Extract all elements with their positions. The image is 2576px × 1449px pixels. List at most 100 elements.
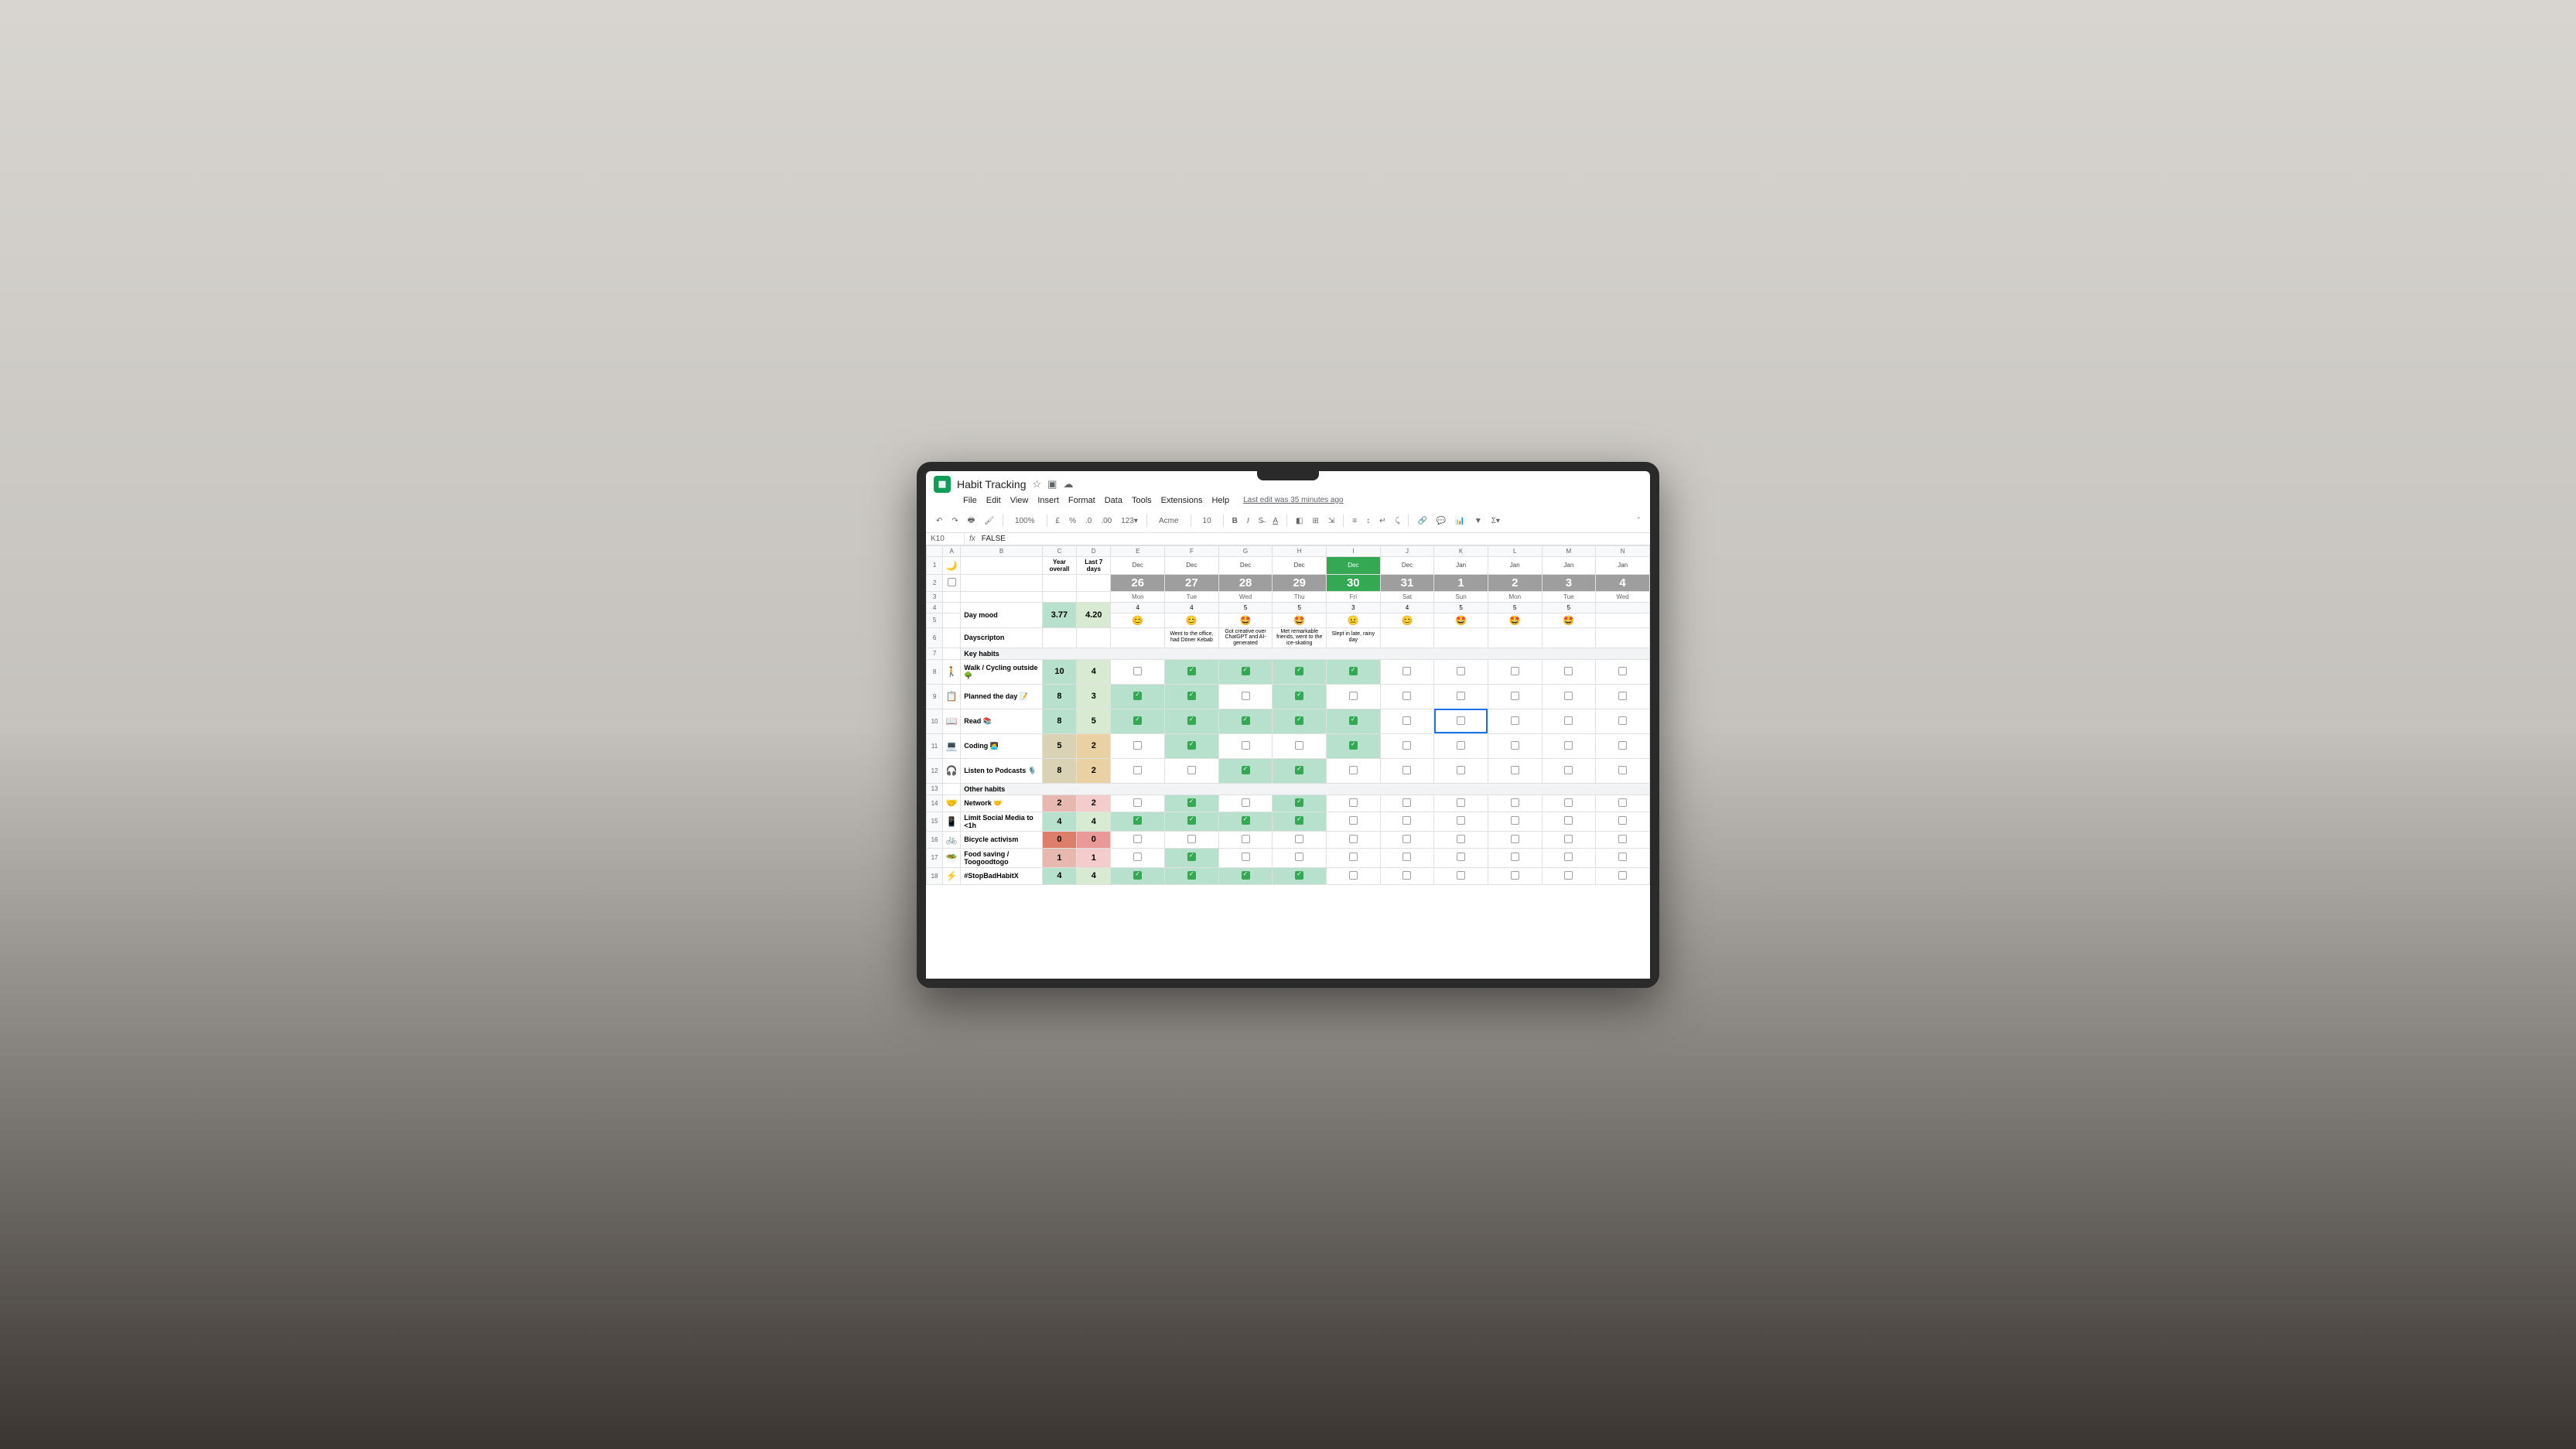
filter-icon[interactable]: ▼ [1472,515,1484,527]
habit-checkbox-cell[interactable] [1542,684,1596,709]
habit-checkbox-cell[interactable] [1111,709,1165,733]
habit-checkbox-cell[interactable] [1542,758,1596,783]
mood-rating[interactable] [1596,602,1650,613]
mood-emoji[interactable]: 🤩 [1218,613,1273,627]
row-header[interactable]: 14 [927,795,943,812]
habit-checkbox-cell[interactable] [1380,831,1434,848]
menu-format[interactable]: Format [1064,494,1100,507]
undo-icon[interactable]: ↶ [934,515,945,527]
mood-rating[interactable]: 5 [1488,602,1542,613]
percent-icon[interactable]: % [1067,515,1078,527]
habit-checkbox-cell[interactable] [1488,812,1542,831]
redo-icon[interactable]: ↷ [949,515,960,527]
habit-checkbox-cell[interactable] [1596,758,1650,783]
habit-checkbox-cell[interactable] [1111,867,1165,884]
column-header[interactable]: J [1380,545,1434,556]
h-align-icon[interactable]: ≡ [1350,515,1359,527]
habit-checkbox-cell[interactable] [1488,758,1542,783]
habit-week-count[interactable]: 3 [1077,684,1111,709]
habit-checkbox-cell[interactable] [1111,684,1165,709]
row-header[interactable]: 13 [927,783,943,795]
comment-icon[interactable]: 💬 [1434,515,1448,527]
habit-checkbox-cell[interactable] [1488,684,1542,709]
menu-tools[interactable]: Tools [1127,494,1156,507]
day-description[interactable] [1434,627,1488,648]
column-header[interactable]: F [1165,545,1219,556]
habit-checkbox-cell[interactable] [1488,659,1542,684]
habit-checkbox-cell[interactable] [1327,709,1381,733]
habit-checkbox-cell[interactable] [1596,831,1650,848]
row-header[interactable]: 4 [927,602,943,613]
habit-checkbox-cell[interactable] [1380,795,1434,812]
habit-checkbox-cell[interactable] [1273,659,1327,684]
v-align-icon[interactable]: ↕ [1364,515,1372,527]
move-icon[interactable]: ▣ [1047,478,1057,490]
menu-help[interactable]: Help [1207,494,1234,507]
mood-rating[interactable]: 5 [1273,602,1327,613]
menu-file[interactable]: File [958,494,982,507]
habit-checkbox-cell[interactable] [1542,848,1596,867]
habit-checkbox-cell[interactable] [1111,733,1165,758]
habit-checkbox-cell[interactable] [1165,733,1219,758]
habit-checkbox-cell[interactable] [1380,684,1434,709]
font-select[interactable]: Acme [1153,515,1184,527]
habit-year-count[interactable]: 10 [1042,659,1076,684]
habit-checkbox-cell[interactable] [1380,709,1434,733]
row-header[interactable]: 8 [927,659,943,684]
column-header[interactable]: C [1042,545,1076,556]
habit-checkbox-cell[interactable] [1218,733,1273,758]
row-header[interactable]: 10 [927,709,943,733]
toggle-checkbox[interactable] [943,574,961,591]
column-header[interactable]: E [1111,545,1165,556]
row-header[interactable]: 5 [927,613,943,627]
bold-icon[interactable]: B [1230,515,1240,527]
mood-emoji[interactable]: 🤩 [1542,613,1596,627]
habit-checkbox-cell[interactable] [1542,709,1596,733]
habit-checkbox-cell[interactable] [1596,684,1650,709]
mood-emoji[interactable]: 😊 [1380,613,1434,627]
formula-input[interactable]: FALSE [980,533,1007,545]
habit-checkbox-cell[interactable] [1488,795,1542,812]
mood-rating[interactable]: 3 [1327,602,1381,613]
row-header[interactable]: 7 [927,648,943,659]
paint-format-icon[interactable]: 🖌 [982,515,996,527]
habit-checkbox-cell[interactable] [1380,659,1434,684]
habit-checkbox-cell[interactable] [1273,867,1327,884]
column-header[interactable]: D [1077,545,1111,556]
sheet-emoji[interactable]: 🌙 [943,556,961,574]
habit-checkbox-cell[interactable] [1434,795,1488,812]
habit-checkbox-cell[interactable] [1273,733,1327,758]
habit-checkbox-cell[interactable] [1596,733,1650,758]
column-header[interactable]: I [1327,545,1381,556]
mood-emoji[interactable] [1596,613,1650,627]
habit-year-count[interactable]: 5 [1042,733,1076,758]
mood-rating[interactable]: 4 [1111,602,1165,613]
habit-year-count[interactable]: 0 [1042,831,1076,848]
habit-week-count[interactable]: 4 [1077,867,1111,884]
day-description[interactable] [1111,627,1165,648]
row-header[interactable]: 1 [927,556,943,574]
habit-checkbox-cell[interactable] [1218,812,1273,831]
day-description[interactable]: Went to the office, had Döner Kebab [1165,627,1219,648]
habit-checkbox-cell[interactable] [1327,733,1381,758]
habit-week-count[interactable]: 2 [1077,795,1111,812]
habit-checkbox-cell[interactable] [1273,709,1327,733]
habit-checkbox-cell[interactable] [1542,867,1596,884]
habit-checkbox-cell[interactable] [1434,867,1488,884]
functions-icon[interactable]: Σ▾ [1489,515,1502,527]
row-header[interactable]: 15 [927,812,943,831]
habit-checkbox-cell[interactable] [1327,659,1381,684]
more-formats-icon[interactable]: 123▾ [1119,515,1140,527]
habit-checkbox-cell[interactable] [1111,758,1165,783]
day-description[interactable] [1380,627,1434,648]
habit-checkbox-cell[interactable] [1434,733,1488,758]
row-header[interactable]: 2 [927,574,943,591]
habit-checkbox-cell[interactable] [1273,831,1327,848]
habit-year-count[interactable]: 8 [1042,684,1076,709]
mood-rating[interactable]: 5 [1434,602,1488,613]
habit-checkbox-cell[interactable] [1165,709,1219,733]
habit-checkbox-cell[interactable] [1218,684,1273,709]
habit-checkbox-cell[interactable] [1327,758,1381,783]
day-description[interactable] [1488,627,1542,648]
habit-checkbox-cell[interactable] [1596,659,1650,684]
